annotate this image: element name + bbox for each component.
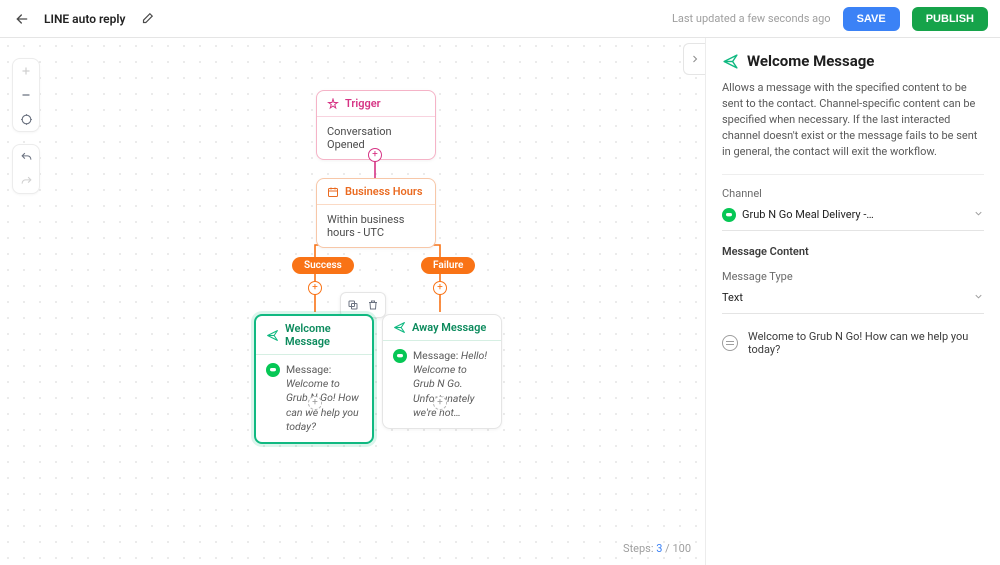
fit-view-button[interactable] — [13, 107, 39, 131]
line-channel-icon — [266, 363, 280, 377]
inspector-title: Welcome Message — [722, 52, 984, 70]
send-icon — [722, 53, 739, 70]
chevron-down-icon — [973, 208, 984, 222]
node-bh-body: Within business hours - UTC — [317, 205, 435, 247]
workflow-title: LINE auto reply — [44, 12, 125, 26]
trigger-icon — [327, 98, 339, 110]
app-header: LINE auto reply Last updated a few secon… — [0, 0, 1000, 38]
node-away-title: Away Message — [412, 321, 486, 334]
canvas-toolbar — [12, 58, 40, 194]
chevron-down-icon — [973, 291, 984, 305]
redo-button[interactable] — [13, 169, 39, 193]
channel-value: Grub N Go Meal Delivery -… — [742, 208, 874, 221]
add-after-welcome[interactable]: + — [308, 396, 322, 410]
node-welcome-message[interactable]: Welcome Message Message: Welcome to Grub… — [254, 314, 374, 444]
undo-button[interactable] — [13, 145, 39, 169]
steps-counter: Steps: 3 / 100 — [623, 542, 691, 555]
message-type-select[interactable]: Text — [722, 287, 984, 314]
inspector-description: Allows a message with the specified cont… — [722, 80, 984, 175]
collapse-sidebar-button[interactable] — [683, 43, 705, 75]
add-after-trigger[interactable]: + — [368, 148, 382, 162]
send-icon — [393, 321, 406, 334]
last-updated-label: Last updated a few seconds ago — [672, 12, 831, 25]
publish-button[interactable]: PUBLISH — [912, 7, 988, 31]
edit-title-button[interactable] — [137, 9, 157, 29]
back-button[interactable] — [12, 9, 32, 29]
calendar-icon — [327, 186, 339, 198]
copy-node-button[interactable] — [344, 296, 362, 314]
node-trigger-title: Trigger — [345, 97, 381, 110]
text-message-icon — [722, 335, 738, 351]
message-text-row[interactable]: Welcome to Grub N Go! How can we help yo… — [722, 328, 984, 358]
channel-select[interactable]: Grub N Go Meal Delivery -… — [722, 204, 984, 231]
message-type-label: Message Type — [722, 270, 984, 283]
delete-node-button[interactable] — [364, 296, 382, 314]
node-bh-title: Business Hours — [345, 185, 423, 198]
add-on-success[interactable]: + — [308, 281, 322, 295]
node-welcome-title: Welcome Message — [285, 322, 362, 348]
zoom-in-button[interactable] — [13, 59, 39, 83]
inspector-panel: Welcome Message Allows a message with th… — [705, 38, 1000, 565]
send-icon — [266, 329, 279, 342]
message-content-section: Message Content — [722, 245, 984, 258]
line-channel-icon — [393, 349, 407, 363]
node-welcome-body: Message: Welcome to Grub N Go! How can w… — [286, 363, 362, 434]
message-text-value: Welcome to Grub N Go! How can we help yo… — [748, 330, 984, 356]
add-on-failure[interactable]: + — [433, 281, 447, 295]
workflow-canvas[interactable]: Trigger Conversation Opened + Business H… — [0, 38, 705, 565]
zoom-out-button[interactable] — [13, 83, 39, 107]
line-channel-icon — [722, 208, 736, 222]
add-after-away[interactable]: + — [433, 396, 447, 410]
message-type-value: Text — [722, 291, 743, 304]
branch-failure: Failure — [421, 257, 475, 274]
channel-label: Channel — [722, 187, 984, 200]
chevron-right-icon — [689, 53, 701, 65]
branch-success: Success — [292, 257, 354, 274]
node-away-message[interactable]: Away Message Message: Hello! Welcome to … — [382, 314, 502, 429]
node-away-body: Message: Hello! Welcome to Grub N Go. Un… — [413, 349, 491, 420]
node-business-hours[interactable]: Business Hours Within business hours - U… — [316, 178, 436, 248]
save-button[interactable]: SAVE — [843, 7, 900, 31]
